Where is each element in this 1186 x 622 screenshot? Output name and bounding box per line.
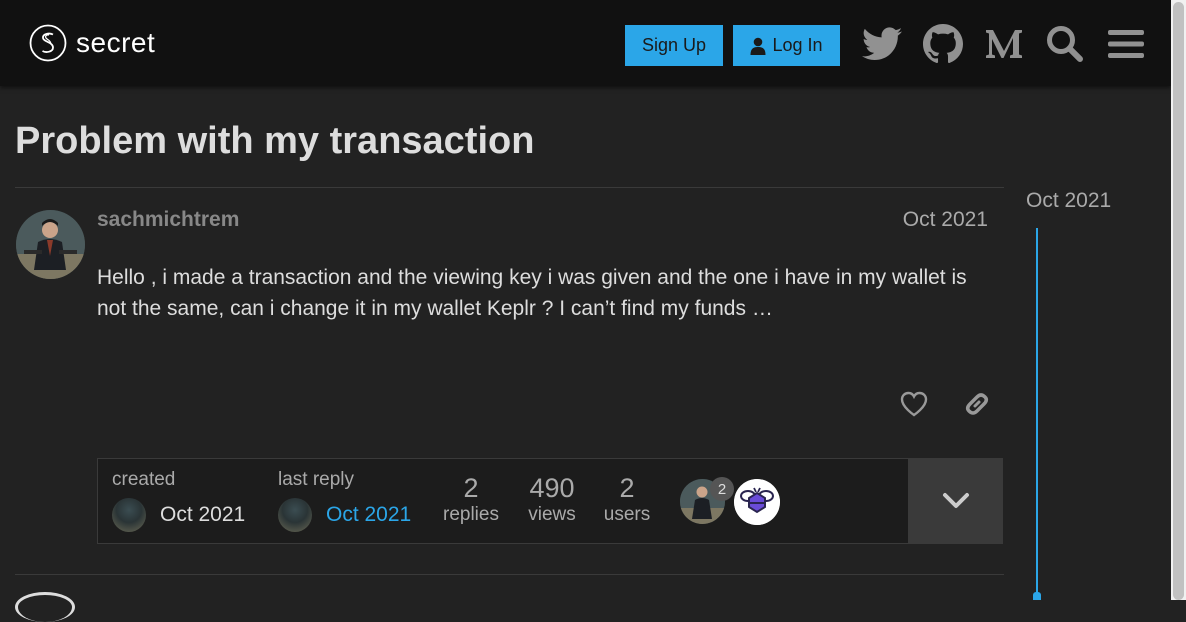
views-count: 490: [529, 473, 575, 503]
sign-up-label: Sign Up: [641, 35, 707, 55]
post-username[interactable]: sachmichtrem: [97, 208, 239, 232]
next-post-avatar[interactable]: [15, 592, 75, 622]
post-body: Hello , i made a transaction and the vie…: [97, 266, 967, 320]
replies-label: replies: [443, 504, 499, 525]
like-button[interactable]: [896, 386, 932, 422]
heart-icon: [900, 391, 928, 417]
created-date[interactable]: Oct 2021: [160, 503, 245, 527]
chevron-down-icon: [942, 493, 969, 508]
log-in-label: Log In: [772, 35, 823, 55]
secret-logo-icon: [29, 24, 67, 62]
site-header: secret Sign Up Log In: [0, 0, 1171, 86]
users-count: 2: [619, 473, 635, 503]
title-divider: [15, 187, 1004, 188]
avatar[interactable]: [734, 479, 780, 525]
log-in-button[interactable]: Log In: [733, 25, 840, 66]
search-icon[interactable]: [1043, 22, 1087, 66]
user-icon: [750, 37, 766, 55]
sign-up-button[interactable]: Sign Up: [625, 25, 723, 66]
timeline-scroller[interactable]: [1036, 228, 1038, 600]
last-reply-date[interactable]: Oct 2021: [326, 503, 411, 527]
timeline-date[interactable]: Oct 2021: [1026, 189, 1111, 213]
github-icon[interactable]: [921, 22, 965, 66]
created-label: created: [112, 469, 176, 490]
last-reply-label: last reply: [278, 469, 355, 490]
menu-icon[interactable]: [1104, 22, 1148, 66]
topic-map: created Oct 2021 last reply Oct 2021 2 r…: [97, 458, 1003, 544]
site-logo[interactable]: secret: [29, 24, 155, 62]
avatar[interactable]: [16, 210, 85, 279]
post-divider: [15, 574, 1004, 575]
replies-count: 2: [463, 473, 479, 503]
topic-title[interactable]: Problem with my transaction: [15, 120, 534, 163]
twitter-icon[interactable]: [860, 22, 904, 66]
bee-logo-icon: [734, 479, 780, 525]
participant-post-count-badge: 2: [710, 477, 734, 501]
timeline-handle[interactable]: [1033, 592, 1041, 600]
post-date[interactable]: Oct 2021: [903, 208, 988, 232]
users-label: users: [603, 504, 651, 525]
logo-text: secret: [76, 27, 156, 58]
avatar[interactable]: [278, 498, 312, 532]
views-label: views: [528, 504, 576, 525]
avatar[interactable]: [112, 498, 146, 532]
link-icon: [965, 393, 989, 415]
expand-topic-map-button[interactable]: [908, 459, 1003, 543]
share-link-button[interactable]: [959, 386, 995, 422]
scrollbar-thumb[interactable]: [1173, 2, 1184, 600]
medium-icon[interactable]: [982, 22, 1026, 66]
